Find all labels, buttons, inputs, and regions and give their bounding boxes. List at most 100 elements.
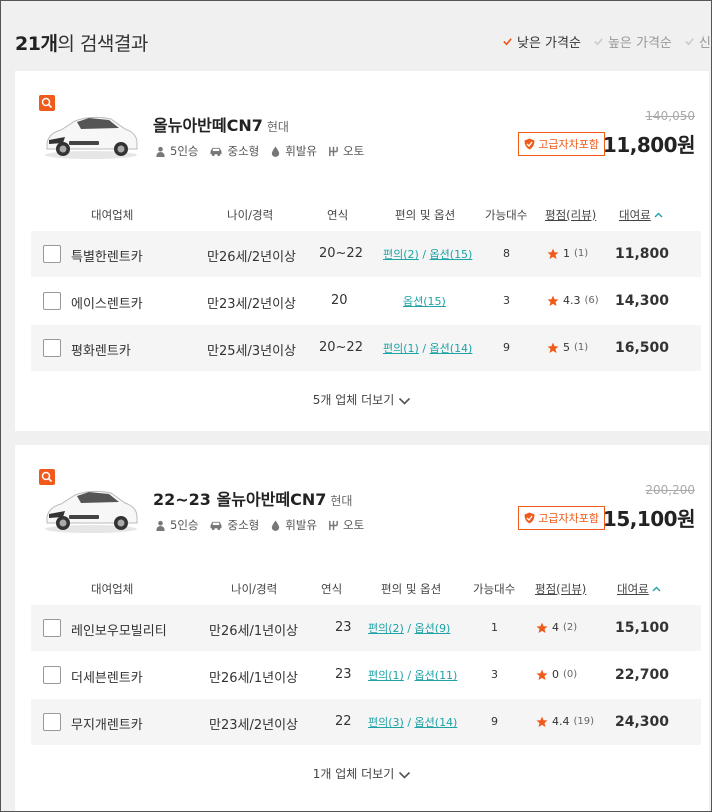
spec-label: 중소형 [227, 518, 260, 532]
col-fee-sort[interactable]: 대여료 [617, 581, 661, 597]
select-checkbox[interactable] [43, 713, 61, 731]
sort-label: 신차순 [698, 36, 712, 51]
car-model: 22~23 올뉴아반떼CN7 [153, 490, 327, 509]
table-row[interactable]: 무지개렌트카 만23세/2년이상 22 편의(3) / 옵션(14) 9 4.4… [31, 699, 701, 746]
review-count: (1) [574, 342, 589, 353]
select-checkbox[interactable] [43, 245, 61, 263]
options-link[interactable]: 옵션(14) [415, 716, 458, 729]
gear-shift-icon [329, 520, 338, 530]
convenience-link[interactable]: 편의(2) [368, 622, 404, 635]
col-fee-label: 대여료 [617, 582, 649, 596]
spec-transmission: 오토 [328, 517, 364, 533]
car-size-icon [210, 521, 222, 530]
car-name[interactable]: 올뉴아반떼CN7 현대 [153, 112, 289, 136]
table-header: 대여업체 나이/경력 연식 편의 및 옵션 가능대수 평점(리뷰) 대여료 [31, 199, 701, 229]
table-row[interactable]: 평화렌트카 만25세/3년이상 20~22 편의(1) / 옵션(14) 9 5… [31, 325, 701, 372]
shield-icon [524, 138, 535, 150]
chevron-up-icon [654, 212, 663, 218]
convenience-link[interactable]: 편의(3) [368, 716, 404, 729]
col-fee-label: 대여료 [619, 208, 651, 222]
model-year: 20 [331, 293, 348, 308]
spec-label: 휘발유 [285, 144, 317, 158]
insurance-badge: 고급자차포함 [518, 506, 605, 530]
select-checkbox[interactable] [43, 666, 61, 684]
sort-low-price[interactable]: 낮은 가격순 [502, 32, 581, 51]
rental-fee: 24,300 [614, 714, 669, 730]
rental-fee: 11,800 [614, 246, 669, 262]
options-links: 편의(3) / 옵션(14) [368, 714, 457, 730]
rating: 4.4 (19) [536, 715, 594, 728]
col-company: 대여업체 [91, 208, 134, 222]
car-specs: 5인승 중소형 휘발유 오토 [155, 517, 364, 533]
star-icon [536, 622, 548, 633]
chevron-down-icon [399, 397, 411, 405]
col-rating-sort[interactable]: 평점(리뷰) [545, 207, 596, 223]
car-name[interactable]: 22~23 올뉴아반떼CN7 현대 [153, 486, 352, 510]
company-list: 레인보우모빌리티 만26세/1년이상 23 편의(2) / 옵션(9) 1 4 (… [31, 605, 701, 746]
result-title-suffix: 의 검색결과 [57, 33, 148, 55]
rating-value: 0 [552, 668, 559, 681]
options-links: 편의(2) / 옵션(15) [383, 246, 472, 262]
age-requirement: 만25세/3년이상 [207, 344, 296, 359]
result-count: 21개 [15, 33, 58, 55]
col-available: 가능대수 [485, 208, 528, 222]
car-model: 올뉴아반떼CN7 [153, 116, 263, 135]
model-year: 20~22 [319, 340, 363, 355]
options-separator: / [403, 622, 415, 635]
table-row[interactable]: 특별한렌트카 만26세/2년이상 20~22 편의(2) / 옵션(15) 8 … [31, 231, 701, 278]
car-image [45, 490, 138, 533]
rating-value: 1 [563, 247, 570, 260]
insurance-label: 고급자차포함 [538, 512, 599, 525]
spec-label: 중소형 [227, 144, 260, 158]
col-rating-sort[interactable]: 평점(리뷰) [535, 581, 586, 597]
select-checkbox[interactable] [43, 292, 61, 310]
age-requirement: 만23세/2년이상 [207, 297, 296, 312]
select-checkbox[interactable] [43, 619, 61, 637]
options-link[interactable]: 옵션(15) [403, 295, 446, 308]
table-row[interactable]: 레인보우모빌리티 만26세/1년이상 23 편의(2) / 옵션(9) 1 4 (… [31, 605, 701, 652]
table-row[interactable]: 더세븐렌트카 만26세/1년이상 23 편의(1) / 옵션(11) 3 0 (0… [31, 652, 701, 699]
rental-fee: 15,100 [614, 620, 669, 636]
col-options: 편의 및 옵션 [395, 208, 456, 222]
show-more-button[interactable]: 5개 업체 더보기 [15, 391, 709, 408]
options-link[interactable]: 옵션(11) [415, 669, 458, 682]
convenience-link[interactable]: 편의(2) [383, 248, 419, 261]
spec-label: 휘발유 [285, 518, 317, 532]
rating-value: 5 [563, 341, 570, 354]
age-requirement: 만23세/2년이상 [209, 718, 298, 733]
sort-newest[interactable]: 신차순 [684, 32, 712, 51]
model-year: 22 [335, 714, 352, 729]
insurance-label: 고급자차포함 [538, 138, 599, 151]
star-icon [547, 342, 559, 353]
spec-fuel: 휘발유 [270, 143, 317, 159]
available-count: 1 [491, 621, 498, 634]
result-title: 21개의 검색결과 [15, 29, 148, 56]
options-separator: / [418, 342, 430, 355]
car-card: 22~23 올뉴아반떼CN7 현대 5인승 중소형 휘발유 오토 200,200… [15, 445, 709, 811]
table-row[interactable]: 에이스렌트카 만23세/2년이상 20 옵션(15) 3 4.3 (6) 14,3… [31, 278, 701, 325]
spec-label: 5인승 [170, 518, 199, 532]
table-header: 대여업체 나이/경력 연식 편의 및 옵션 가능대수 평점(리뷰) 대여료 [31, 573, 701, 603]
fuel-drop-icon [272, 519, 280, 531]
model-year: 23 [335, 667, 352, 682]
spec-transmission: 오토 [328, 143, 364, 159]
available-count: 8 [503, 247, 510, 260]
star-icon [547, 248, 559, 259]
col-fee-sort[interactable]: 대여료 [619, 207, 663, 223]
convenience-link[interactable]: 편의(1) [368, 669, 404, 682]
spec-label: 오토 [342, 144, 365, 158]
options-link[interactable]: 옵션(14) [430, 342, 473, 355]
show-more-label: 5개 업체 더보기 [312, 393, 395, 407]
options-link[interactable]: 옵션(15) [430, 248, 473, 261]
show-more-button[interactable]: 1개 업체 더보기 [15, 765, 709, 782]
star-icon [536, 669, 548, 680]
company-name: 무지개렌트카 [71, 718, 143, 733]
rating: 4.3 (6) [547, 294, 599, 307]
convenience-link[interactable]: 편의(1) [383, 342, 419, 355]
options-separator: / [403, 669, 415, 682]
lowest-price: 11,800원 [602, 133, 696, 157]
select-checkbox[interactable] [43, 339, 61, 357]
options-link[interactable]: 옵션(9) [415, 622, 451, 635]
sort-high-price[interactable]: 높은 가격순 [593, 32, 672, 51]
review-count: (0) [563, 669, 578, 680]
